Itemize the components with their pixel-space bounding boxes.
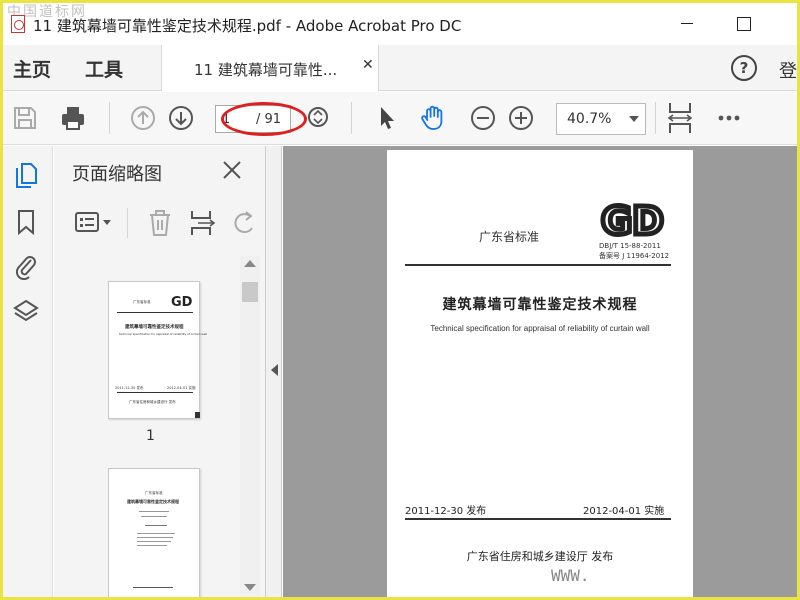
thumb-text: 广东省住房和城乡建设厅 发布 [129, 400, 176, 404]
page-corner-marker [195, 412, 200, 418]
toolbar-separator [351, 102, 352, 134]
toolbar-separator [109, 102, 110, 134]
zoom-select[interactable]: 40.7% [556, 103, 646, 135]
standard-label: 广东省标准 [479, 230, 540, 244]
thumb-rule [137, 537, 173, 538]
more-icon[interactable] [715, 104, 743, 132]
document-view[interactable]: 广东省标准 GD DBJ/T 15-88-2011 备案号 J 11964-20… [283, 146, 797, 597]
save-icon[interactable] [11, 104, 39, 132]
issue-date: 2011-12-30 发布 [405, 506, 487, 517]
thumbnail-list[interactable]: 广东省标准 GD 建筑幕墙可靠性鉴定技术规程 Technical specifi… [54, 256, 266, 597]
navigation-rail [3, 146, 53, 597]
zoom-out-icon[interactable] [469, 104, 497, 132]
page-up-icon[interactable] [129, 104, 157, 132]
print-icon[interactable] [59, 104, 87, 132]
help-icon[interactable]: ? [731, 55, 757, 81]
delete-icon[interactable] [146, 208, 174, 238]
panel-title: 页面缩略图 [72, 164, 162, 185]
document-tab-label: 11 建筑幕墙可靠性... [194, 61, 338, 79]
rotate-icon[interactable] [230, 208, 258, 238]
acrobat-app-icon [11, 15, 25, 33]
maximize-button[interactable] [731, 11, 755, 35]
thumb-text: 2012-04-01 实施 [167, 386, 196, 390]
thumb-rule [139, 511, 169, 512]
thumbnail-page-number: 1 [146, 428, 155, 444]
page-thumbnails-icon[interactable] [13, 162, 39, 190]
footer-rule [405, 518, 671, 520]
layers-icon[interactable] [13, 298, 39, 326]
filing-number: 备案号 J 11964-2012 [599, 252, 670, 260]
scroll-up-icon[interactable] [244, 260, 256, 267]
login-link[interactable]: 登 [779, 57, 797, 83]
page-highlight-oval [221, 102, 307, 136]
thumb-text: 建筑幕墙可靠性鉴定技术规程 [127, 499, 179, 504]
publisher: 广东省住房和城乡建设厅 发布 [466, 550, 614, 563]
thumb-rule [133, 587, 173, 588]
document-page: 广东省标准 GD DBJ/T 15-88-2011 备案号 J 11964-20… [387, 150, 693, 597]
document-subtitle: Technical specification for appraisal of… [430, 324, 650, 333]
thumbnail-scrollbar[interactable] [240, 256, 260, 597]
gd-logo: GD [599, 200, 666, 240]
page-down-icon[interactable] [167, 104, 195, 132]
tab-close-icon[interactable]: ✕ [362, 57, 374, 73]
panel-toolbar [54, 198, 266, 248]
document-tab[interactable]: 11 建筑幕墙可靠性... ✕ [161, 45, 379, 91]
gd-logo-mini: GD [171, 295, 193, 308]
thumb-text: 2011-12-30 发布 [115, 386, 144, 390]
attachments-icon[interactable] [13, 252, 39, 280]
thumb-text: Technical specification for appraisal of… [119, 332, 207, 336]
thumb-rule [137, 545, 167, 546]
zoom-in-icon[interactable] [507, 104, 535, 132]
thumb-text: 广东省标准 [133, 300, 151, 304]
title-bar: 中国道标网 11 建筑幕墙可靠性鉴定技术规程.pdf - Adobe Acrob… [3, 3, 797, 45]
thumb-rule [141, 516, 167, 517]
thumb-text: 建筑幕墙可靠性鉴定技术规程 [125, 325, 184, 330]
document-title: 建筑幕墙可靠性鉴定技术规程 [442, 297, 638, 313]
main-toolbar: 1 / 91 40.7% [3, 92, 797, 145]
thumbnail-panel: 页面缩略图 广东省标准 GD 建筑幕墙可靠性鉴定技术规程 Technical s… [54, 146, 266, 597]
collapse-panel-icon[interactable] [271, 364, 278, 376]
svg-text:GD: GD [601, 200, 664, 240]
implement-date: 2012-04-01 实施 [583, 506, 665, 517]
page-thumbnail-2[interactable]: 广东省标准 建筑幕墙可靠性鉴定技术规程 [108, 468, 200, 597]
svg-text:GD: GD [171, 295, 193, 308]
window-title: 11 建筑幕墙可靠性鉴定技术规程.pdf - Adobe Acrobat Pro… [33, 17, 462, 35]
thumb-rule [137, 541, 171, 542]
www-watermark: WWW. [551, 566, 590, 585]
minimize-button[interactable] [675, 11, 699, 35]
fit-page-icon[interactable] [665, 100, 695, 136]
page-scroll-icon[interactable] [307, 106, 329, 128]
hand-tool-icon[interactable] [419, 104, 447, 132]
thumb-text: 广东省标准 [145, 491, 163, 495]
thumb-rule [145, 525, 167, 526]
thumb-rule [117, 312, 193, 313]
scroll-thumb[interactable] [242, 282, 258, 302]
select-arrow-icon[interactable] [373, 104, 401, 132]
tools-menu[interactable]: 工具 [85, 55, 123, 82]
thumb-rule [137, 533, 175, 534]
zoom-value: 40.7% [567, 111, 612, 127]
header-rule [405, 264, 671, 266]
home-menu[interactable]: 主页 [13, 55, 51, 82]
toolbar-separator [655, 102, 656, 134]
panel-separator [127, 208, 128, 238]
bookmarks-icon[interactable] [13, 208, 39, 236]
panel-splitter[interactable] [266, 146, 282, 597]
thumb-rule [117, 392, 193, 393]
options-icon[interactable] [74, 210, 114, 236]
scroll-down-icon[interactable] [244, 584, 256, 591]
acrobat-window: 中国道标网 11 建筑幕墙可靠性鉴定技术规程.pdf - Adobe Acrob… [3, 3, 797, 597]
standard-number: DBJ/T 15-88-2011 [599, 242, 661, 250]
extract-icon[interactable] [188, 208, 216, 238]
page-thumbnail-1[interactable]: 广东省标准 GD 建筑幕墙可靠性鉴定技术规程 Technical specifi… [108, 281, 207, 419]
chevron-down-icon [629, 116, 639, 122]
close-icon[interactable] [220, 158, 244, 182]
menu-tab-bar: 主页 工具 11 建筑幕墙可靠性... ✕ ? 登 [3, 45, 797, 91]
